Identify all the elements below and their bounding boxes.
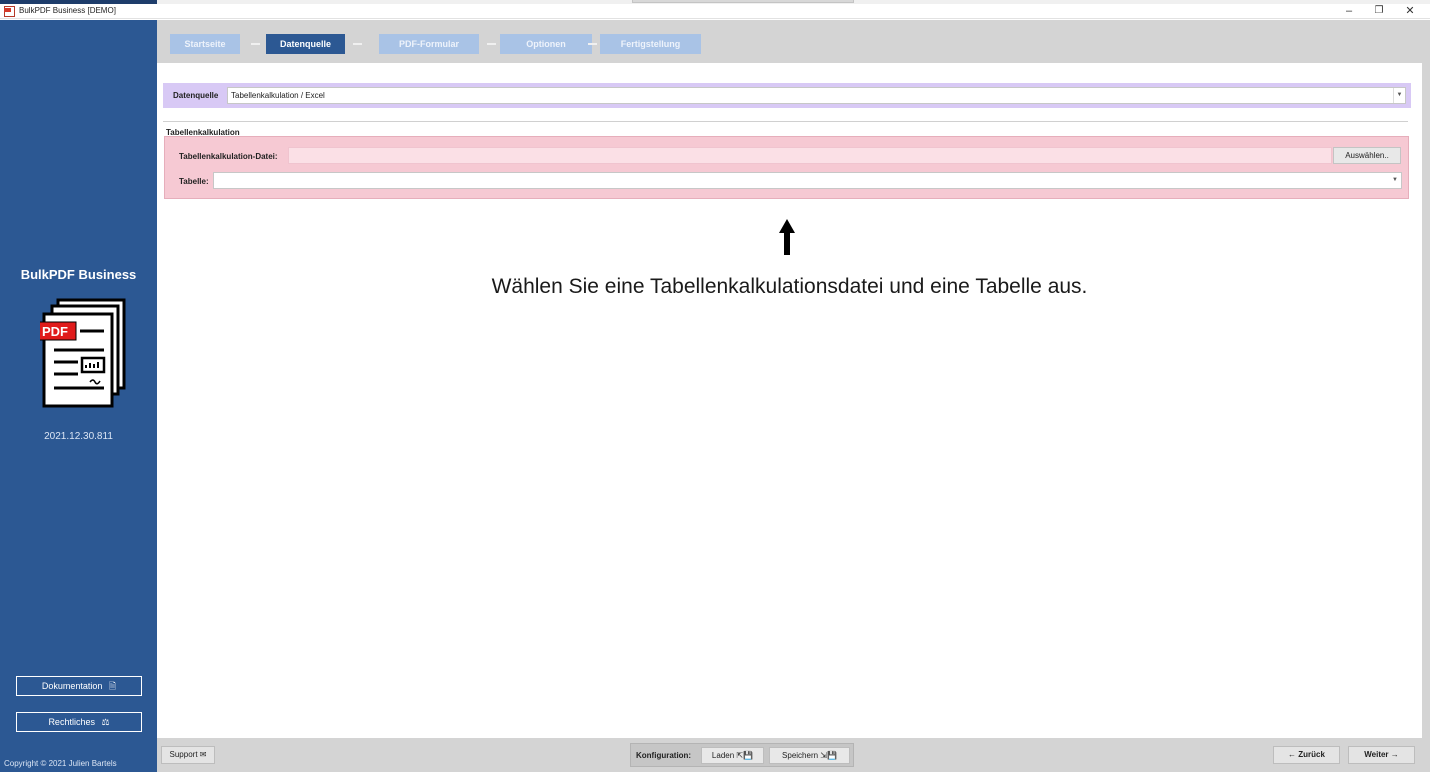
documentation-label: Dokumentation — [41, 681, 103, 691]
support-button[interactable]: Support ✉ — [161, 746, 215, 764]
load-config-button[interactable]: Laden ⇱💾 — [701, 747, 764, 764]
datasource-select[interactable]: Tabellenkalkulation / Excel ▼ — [227, 87, 1406, 104]
table-label: Tabelle: — [179, 177, 209, 186]
maximize-button[interactable]: ❐ — [1365, 4, 1393, 19]
brand-title: BulkPDF Business — [20, 267, 137, 282]
choose-file-button[interactable]: Auswählen.. — [1333, 147, 1401, 164]
step-optionen[interactable]: Optionen — [500, 34, 592, 54]
wizard-steps: Startseite Datenquelle PDF-Formular Opti… — [157, 20, 1422, 63]
document-icon: 🗎 — [108, 681, 117, 691]
background-window-tab — [632, 0, 854, 3]
chevron-down-icon[interactable]: ▼ — [1393, 88, 1405, 103]
back-button[interactable]: ← Zurück — [1273, 746, 1340, 764]
spreadsheet-file-input[interactable] — [288, 147, 1332, 164]
step-separator — [251, 43, 260, 45]
step-pdf-formular[interactable]: PDF-Formular — [379, 34, 479, 54]
step-separator — [487, 43, 496, 45]
chevron-down-icon[interactable]: ▼ — [1389, 173, 1401, 188]
window-right-edge — [1422, 20, 1430, 772]
title-bar: BulkPDF Business [DEMO] – ❐ ✕ — [0, 4, 1430, 19]
pdf-stack-logo-icon: PDF — [40, 298, 126, 408]
legal-label: Rechtliches — [48, 717, 95, 727]
sidebar: BulkPDF Business PDF 2021.12.30.811 Doku… — [0, 20, 157, 772]
configuration-group: Konfiguration: Laden ⇱💾 Speichern ⇲💾 — [630, 743, 854, 767]
close-button[interactable]: ✕ — [1396, 4, 1424, 19]
save-config-button[interactable]: Speichern ⇲💾 — [769, 747, 850, 764]
configuration-label: Konfiguration: — [636, 751, 692, 760]
step-startseite[interactable]: Startseite — [170, 34, 240, 54]
scales-icon: ⚖ — [101, 717, 110, 727]
step-datenquelle[interactable]: Datenquelle — [266, 34, 345, 54]
logo-badge-text: PDF — [42, 324, 68, 339]
section-divider — [163, 121, 1408, 122]
app-icon — [4, 6, 15, 17]
datasource-label: Datenquelle — [173, 91, 219, 100]
step-fertigstellung[interactable]: Fertigstellung — [600, 34, 701, 54]
next-button[interactable]: Weiter → — [1348, 746, 1415, 764]
legal-button[interactable]: Rechtliches ⚖ — [16, 712, 142, 732]
version-label: 2021.12.30.811 — [44, 431, 113, 442]
datasource-row: Datenquelle Tabellenkalkulation / Excel … — [163, 83, 1411, 108]
spreadsheet-group: Tabellenkalkulation-Datei: Auswählen.. T… — [164, 136, 1409, 199]
step-separator — [353, 43, 362, 45]
window-title: BulkPDF Business [DEMO] — [19, 6, 116, 15]
step-separator — [588, 43, 597, 45]
table-select[interactable]: ▼ — [213, 172, 1402, 189]
documentation-button[interactable]: Dokumentation 🗎 — [16, 676, 142, 696]
spreadsheet-file-label: Tabellenkalkulation-Datei: — [179, 152, 278, 161]
minimize-button[interactable]: – — [1335, 4, 1363, 19]
arrow-up-icon — [779, 219, 795, 255]
app-root: BulkPDF Business [DEMO] – ❐ ✕ BulkPDF Bu… — [0, 0, 1430, 772]
hint-text: Wählen Sie eine Tabellenkalkulationsdate… — [491, 275, 1088, 298]
copyright-text: Copyright © 2021 Julien Bartels — [4, 759, 117, 768]
bottom-bar: Support ✉ Konfiguration: Laden ⇱💾 Speich… — [157, 738, 1422, 772]
datasource-value: Tabellenkalkulation / Excel — [231, 91, 325, 100]
